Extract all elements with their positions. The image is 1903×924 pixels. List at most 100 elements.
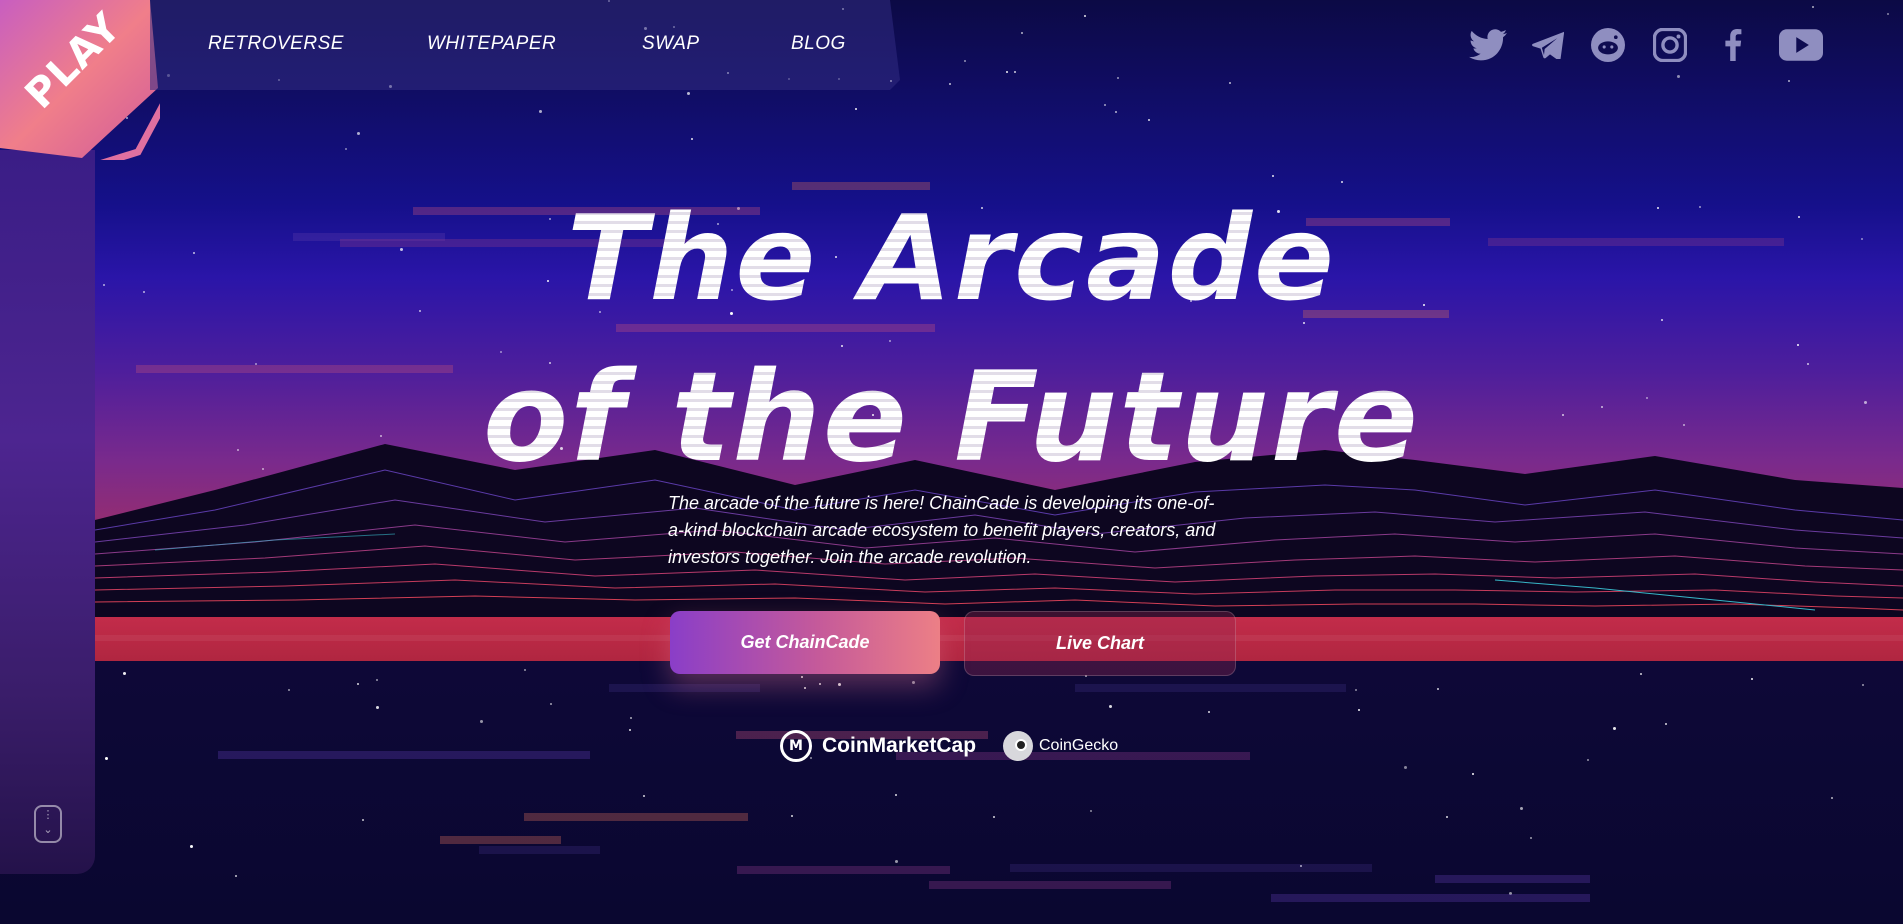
light-streak (1010, 863, 1372, 872)
star (105, 757, 109, 761)
star (287, 688, 290, 691)
coinmarketcap-icon: M (780, 730, 812, 762)
star (1519, 806, 1523, 810)
star (1117, 76, 1120, 79)
coinmarketcap-link[interactable]: M CoinMarketCap (780, 728, 976, 764)
star (628, 728, 631, 731)
instagram-icon[interactable] (1650, 25, 1690, 65)
star (1887, 12, 1890, 15)
star (1831, 797, 1834, 800)
star (1006, 70, 1009, 73)
star (1529, 837, 1532, 840)
star (480, 719, 483, 723)
star (549, 703, 552, 706)
star (235, 875, 238, 878)
star (1788, 80, 1791, 83)
star (356, 683, 359, 686)
light-streak (928, 881, 1172, 890)
star (539, 109, 543, 113)
light-streak (439, 836, 561, 845)
star (911, 681, 915, 685)
hero-description: The arcade of the future is here! ChainC… (668, 493, 1216, 567)
star (1472, 772, 1475, 775)
twitter-icon[interactable] (1468, 25, 1508, 65)
star (357, 132, 361, 136)
star (889, 340, 892, 343)
star (1665, 722, 1668, 725)
star (1587, 758, 1589, 761)
telegram-icon[interactable] (1528, 25, 1568, 65)
star (894, 794, 897, 797)
star (992, 815, 995, 818)
star (791, 815, 794, 818)
star (804, 687, 807, 690)
live-chart-button[interactable]: Live Chart (964, 611, 1236, 676)
star (1228, 82, 1231, 85)
star (1083, 15, 1086, 18)
star (523, 668, 526, 671)
star (629, 717, 632, 720)
star (948, 83, 951, 86)
light-streak (524, 812, 748, 821)
star (1109, 705, 1113, 709)
nav-link-retroverse[interactable]: RETROVERSE (208, 33, 344, 55)
star (687, 91, 691, 95)
nav-link-blog[interactable]: BLOG (791, 33, 846, 55)
star (189, 845, 193, 849)
star (1640, 672, 1643, 675)
coingecko-icon (1003, 731, 1033, 761)
star (837, 682, 841, 686)
star (344, 148, 347, 151)
star (1796, 344, 1799, 347)
star (362, 818, 365, 821)
scroll-down-icon[interactable]: ⋮ ⌄ (34, 805, 62, 843)
light-streak (1075, 683, 1346, 692)
star (1090, 810, 1093, 813)
star (1020, 31, 1023, 34)
light-streak (1271, 893, 1590, 902)
coinmarketcap-label: CoinMarketCap (822, 734, 977, 757)
star (964, 59, 967, 62)
light-streak (609, 684, 761, 693)
coingecko-label: CoinGecko (1039, 737, 1119, 754)
coingecko-link[interactable]: CoinGecko (1003, 728, 1118, 764)
star (819, 683, 822, 685)
star (1812, 6, 1815, 9)
star (122, 671, 126, 675)
star (1013, 70, 1016, 73)
star (895, 860, 899, 864)
star (1862, 684, 1865, 687)
facebook-icon[interactable] (1713, 25, 1753, 65)
star (800, 675, 803, 678)
star (1357, 708, 1360, 711)
star (1751, 678, 1754, 681)
star (854, 108, 857, 111)
star (643, 794, 646, 797)
light-streak (1435, 875, 1591, 884)
star (1677, 74, 1681, 78)
hero-title-line-2: of the Future (0, 348, 1903, 488)
star (1612, 727, 1616, 731)
star (1445, 815, 1448, 818)
star (1115, 111, 1118, 114)
nav-link-whitepaper[interactable]: WHITEPAPER (427, 33, 556, 55)
light-streak (479, 845, 601, 854)
light-streak (217, 750, 591, 759)
landing-page: ⋮ ⌄ PLAY RETROVERSE WHITEPAPER SWAP BLOG (0, 0, 1903, 924)
get-chaincade-button[interactable]: Get ChainCade (670, 611, 940, 674)
star (1437, 687, 1440, 690)
star (691, 138, 694, 141)
star (1272, 174, 1275, 177)
light-streak (736, 866, 950, 875)
star (1340, 181, 1343, 184)
star (1208, 711, 1211, 714)
nav-link-swap[interactable]: SWAP (642, 33, 700, 55)
star (1147, 118, 1150, 121)
hero-title-line-1: The Arcade (0, 188, 1903, 328)
reddit-icon[interactable] (1588, 25, 1628, 65)
star (1403, 765, 1407, 769)
star (1103, 103, 1106, 106)
star (376, 706, 380, 710)
youtube-icon[interactable] (1779, 25, 1823, 65)
star (375, 679, 378, 682)
